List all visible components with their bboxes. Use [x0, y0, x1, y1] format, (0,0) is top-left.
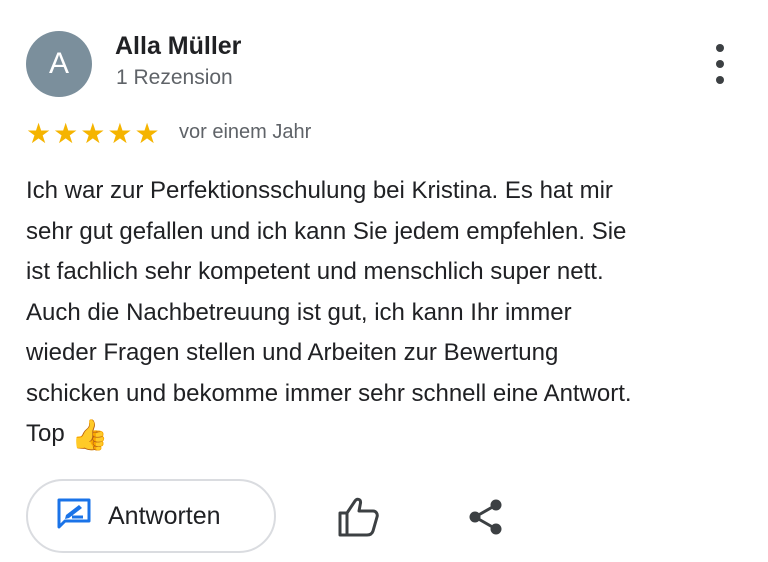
- review-line: Ich war zur Perfektionsschulung bei Kris…: [26, 177, 613, 204]
- more-vertical-icon-dot: [716, 76, 724, 84]
- star-icon: ★: [80, 118, 106, 149]
- review-line: Top: [26, 420, 65, 447]
- share-button[interactable]: [466, 496, 506, 538]
- review-line: Auch die Nachbetreuung ist gut, ich kann…: [26, 298, 572, 326]
- review-time: vor einem Jahr: [179, 121, 312, 143]
- thumbs-up-emoji: 👍: [71, 419, 109, 452]
- review-text: Ich war zur Perfektionsschulung bei Kris…: [26, 171, 754, 457]
- thumbs-up-icon: [337, 497, 381, 542]
- review-line: sehr gut gefallen und ich kann Sie jedem…: [26, 217, 627, 245]
- star-icon: ★: [26, 118, 52, 149]
- reviewer-name[interactable]: Alla Müller: [115, 32, 241, 61]
- reply-edit-icon: [56, 498, 92, 535]
- review-line: schicken und bekomme immer sehr schnell …: [26, 379, 632, 407]
- more-vertical-icon: [716, 44, 724, 52]
- review-line: ist fachlich sehr kompetent und menschli…: [26, 258, 604, 285]
- star-icon: ★: [107, 118, 133, 149]
- review-line: wieder Fragen stellen und Arbeiten zur B…: [26, 339, 559, 366]
- star-rating: ★ ★ ★ ★ ★: [26, 120, 160, 148]
- review-count: 1 Rezension: [116, 66, 233, 89]
- more-options-button[interactable]: [705, 44, 735, 84]
- reply-label: Antworten: [108, 501, 221, 530]
- avatar[interactable]: A: [26, 31, 92, 97]
- share-icon: [466, 499, 506, 542]
- star-icon: ★: [134, 118, 160, 149]
- reply-button[interactable]: Antworten: [26, 479, 276, 553]
- star-icon: ★: [53, 118, 79, 149]
- avatar-initial: A: [48, 47, 69, 80]
- like-button[interactable]: [337, 496, 381, 538]
- more-vertical-icon-dot: [716, 60, 724, 68]
- review-last-line: Top 👍: [26, 414, 754, 457]
